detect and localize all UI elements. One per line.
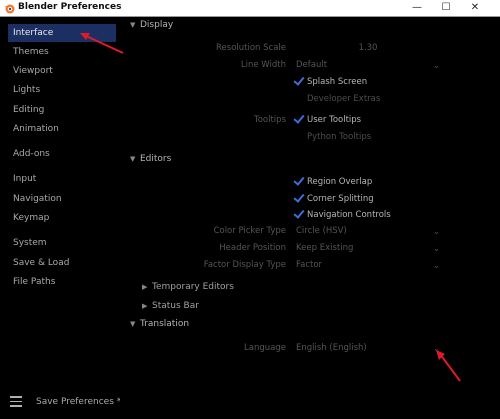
color-picker-type-value: Circle (HSV) (296, 226, 347, 236)
window-title: Blender Preferences (18, 2, 122, 12)
sidebar-item-lights[interactable]: Lights (8, 81, 116, 99)
minimize-button[interactable]: — (404, 1, 430, 15)
language-value: English (English) (296, 343, 367, 353)
sidebar-item-save-load[interactable]: Save & Load (8, 254, 116, 272)
color-picker-type-label: Color Picker Type (213, 226, 286, 236)
region-overlap-checkbox[interactable]: Region Overlap (294, 176, 372, 189)
expanded-triangle-icon: ▼ (130, 320, 136, 328)
color-picker-type-dropdown[interactable]: Circle (HSV) ⌄ (294, 225, 442, 238)
translation-section-header[interactable]: ▼ Translation (130, 319, 189, 329)
tooltips-label: Tooltips (253, 115, 286, 125)
preferences-sidebar: Interface Themes Viewport Lights Editing… (0, 18, 120, 419)
display-header-label: Display (140, 20, 174, 30)
chevron-down-icon: ⌄ (433, 227, 440, 236)
user-tooltips-label: User Tooltips (307, 115, 362, 125)
temporary-editors-subsection[interactable]: ▶ Temporary Editors (142, 282, 234, 292)
collapsed-triangle-icon: ▶ (142, 302, 148, 310)
resolution-scale-value: 1.30 (358, 43, 378, 53)
checkmark-icon (294, 114, 303, 123)
close-button[interactable]: ✕ (462, 1, 488, 15)
temporary-editors-label: Temporary Editors (152, 282, 234, 292)
status-bar-label: Status Bar (152, 301, 199, 311)
annotation-arrow-language (436, 350, 461, 382)
language-dropdown[interactable]: English (English) ⌄ (294, 342, 442, 355)
sidebar-item-file-paths[interactable]: File Paths (8, 273, 116, 291)
sidebar-item-viewport[interactable]: Viewport (8, 62, 116, 80)
sidebar-item-animation[interactable]: Animation (8, 120, 116, 138)
blender-logo-icon (4, 4, 15, 14)
status-bar-subsection[interactable]: ▶ Status Bar (142, 301, 199, 311)
translation-header-label: Translation (140, 319, 190, 329)
corner-splitting-checkbox[interactable]: Corner Splitting (294, 193, 374, 206)
line-width-dropdown[interactable]: Default ⌄ (294, 59, 442, 72)
developer-extras-label: Developer Extras (307, 94, 381, 104)
region-overlap-label: Region Overlap (307, 177, 373, 187)
save-preferences-button[interactable]: Save Preferences * (36, 397, 121, 407)
checkmark-icon (294, 193, 303, 202)
navigation-controls-checkbox[interactable]: Navigation Controls (294, 209, 391, 222)
header-position-dropdown[interactable]: Keep Existing ⌄ (294, 242, 442, 255)
corner-splitting-label: Corner Splitting (307, 194, 374, 204)
annotation-arrow-interface (80, 33, 124, 54)
sidebar-item-keymap[interactable]: Keymap (8, 209, 116, 227)
sidebar-item-navigation[interactable]: Navigation (8, 190, 116, 208)
splash-screen-label: Splash Screen (307, 77, 368, 87)
line-width-value: Default (296, 60, 328, 70)
sidebar-item-editing[interactable]: Editing (8, 101, 116, 119)
resolution-scale-field[interactable]: 1.30 (294, 42, 442, 55)
sidebar-item-input[interactable]: Input (8, 170, 116, 188)
header-position-value: Keep Existing (296, 243, 354, 253)
sidebar-item-add-ons[interactable]: Add-ons (8, 145, 116, 163)
header-position-label: Header Position (219, 243, 286, 253)
chevron-down-icon: ⌄ (433, 244, 440, 253)
maximize-button[interactable]: ☐ (433, 1, 459, 15)
sidebar-item-system[interactable]: System (8, 234, 116, 252)
python-tooltips-checkbox[interactable]: Python Tooltips (294, 131, 371, 144)
python-tooltips-label: Python Tooltips (307, 132, 372, 142)
display-section-header[interactable]: ▼ Display (130, 20, 173, 30)
line-width-label: Line Width (240, 60, 286, 70)
splash-screen-checkbox[interactable]: Splash Screen (294, 76, 367, 89)
expanded-triangle-icon: ▼ (130, 21, 136, 29)
factor-display-type-label: Factor Display Type (203, 260, 286, 270)
developer-extras-checkbox[interactable]: Developer Extras (294, 93, 380, 106)
resolution-scale-label: Resolution Scale (216, 43, 286, 53)
collapsed-triangle-icon: ▶ (142, 283, 148, 291)
factor-display-type-value: Factor (296, 260, 323, 270)
user-tooltips-checkbox[interactable]: User Tooltips (294, 114, 361, 127)
language-label: Language (244, 343, 286, 353)
navigation-controls-label: Navigation Controls (307, 210, 391, 220)
checkmark-icon (294, 76, 303, 85)
title-bar: Blender Preferences — ☐ ✕ (0, 0, 500, 17)
checkmark-icon (294, 209, 303, 218)
expanded-triangle-icon: ▼ (130, 155, 136, 163)
checkmark-icon (294, 176, 303, 185)
editors-header-label: Editors (140, 154, 172, 164)
factor-display-type-dropdown[interactable]: Factor ⌄ (294, 259, 442, 272)
editors-section-header[interactable]: ▼ Editors (130, 154, 171, 164)
chevron-down-icon: ⌄ (433, 61, 440, 70)
hamburger-menu-icon[interactable] (10, 396, 22, 407)
chevron-down-icon: ⌄ (433, 261, 440, 270)
